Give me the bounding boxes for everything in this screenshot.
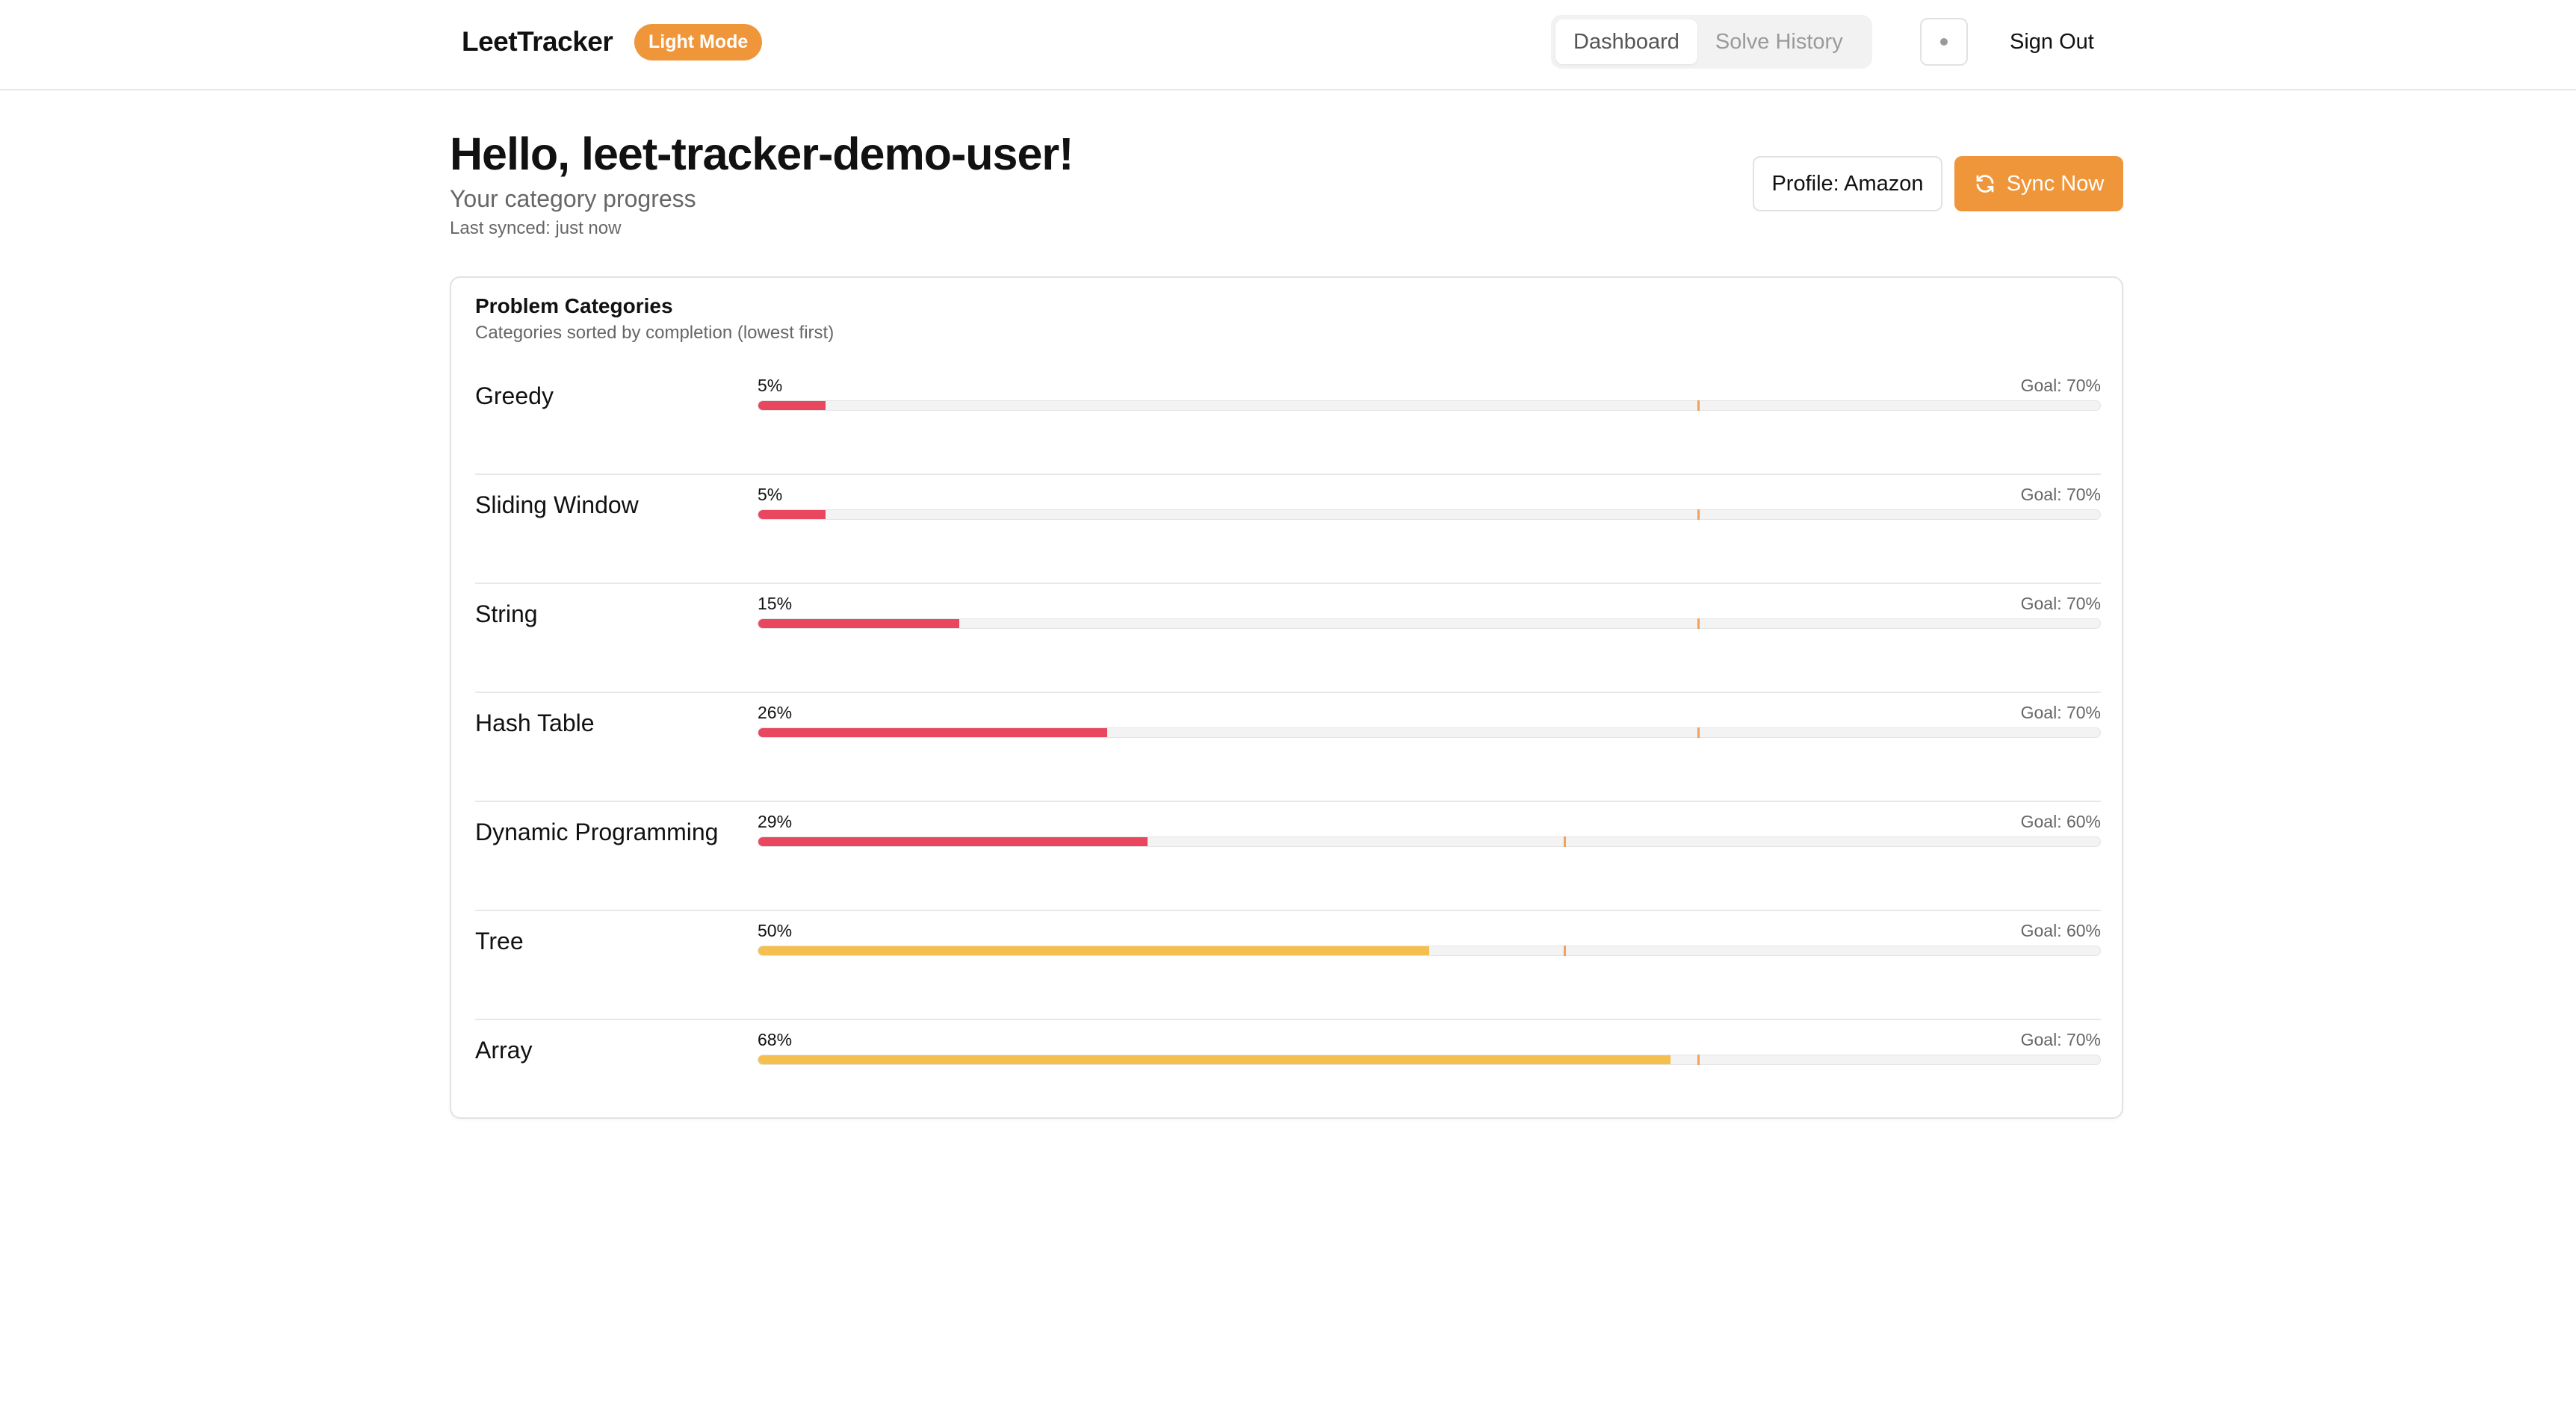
nav-tabs: Dashboard Solve History (1551, 15, 1872, 69)
category-percent: 68% (758, 1030, 793, 1049)
progress-fill (758, 837, 1148, 846)
top-nav: LeetTracker Light Mode Dashboard Solve H… (0, 0, 2576, 90)
mode-badge[interactable]: Light Mode (634, 24, 763, 60)
category-name: String (475, 600, 538, 627)
goal-marker (1697, 400, 1700, 411)
progress-bar (758, 509, 2101, 520)
goal-marker (1697, 1055, 1700, 1065)
category-percent: 26% (758, 703, 793, 722)
category-row[interactable]: Tree 50% Goal: 60% (475, 911, 2101, 1020)
category-row[interactable]: String 15% Goal: 70% (475, 584, 2101, 693)
category-name: Sliding Window (475, 491, 639, 518)
category-row[interactable]: Dynamic Programming 29% Goal: 60% (475, 802, 2101, 911)
category-row[interactable]: Sliding Window 5% Goal: 70% (475, 475, 2101, 584)
progress-bar (758, 836, 2101, 847)
category-percent: 5% (758, 485, 783, 504)
category-name: Hash Table (475, 710, 595, 736)
progress-fill (758, 1055, 1671, 1064)
goal-marker (1563, 946, 1566, 956)
last-synced-text: Last synced: just now (450, 218, 622, 238)
profile-select-button[interactable]: Profile: Amazon (1753, 156, 1942, 211)
progress-bar (758, 946, 2101, 956)
progress-fill (758, 728, 1107, 737)
category-goal: Goal: 70% (2020, 376, 2101, 395)
card-title: Problem Categories (475, 294, 673, 317)
category-name: Tree (475, 928, 524, 954)
goal-marker (1697, 618, 1700, 629)
goal-marker (1697, 509, 1700, 520)
sync-now-label: Sync Now (2006, 172, 2105, 196)
progress-fill (758, 510, 826, 519)
category-goal: Goal: 70% (2020, 1030, 2101, 1049)
category-row[interactable]: Greedy 5% Goal: 70% (475, 366, 2101, 475)
progress-fill (758, 946, 1429, 955)
progress-bar (758, 1055, 2101, 1065)
progress-bar (758, 400, 2101, 411)
sync-now-button[interactable]: Sync Now (1954, 156, 2123, 211)
category-row[interactable]: Array 68% Goal: 70% (475, 1020, 2101, 1129)
progress-fill (758, 619, 960, 628)
brand-logo[interactable]: LeetTracker (462, 25, 613, 58)
page-subtitle: Your category progress (450, 185, 696, 212)
problem-categories-card: Problem Categories Categories sorted by … (450, 276, 2123, 1119)
progress-bar (758, 618, 2101, 629)
category-goal: Goal: 60% (2020, 812, 2101, 831)
theme-toggle-icon (1940, 38, 1948, 46)
category-percent: 15% (758, 594, 793, 613)
goal-marker (1563, 836, 1566, 847)
category-name: Array (475, 1037, 533, 1064)
category-name: Greedy (475, 382, 554, 409)
category-percent: 5% (758, 376, 783, 395)
category-percent: 50% (758, 921, 793, 940)
goal-marker (1697, 727, 1700, 738)
tab-dashboard[interactable]: Dashboard (1555, 19, 1697, 64)
theme-toggle-button[interactable] (1920, 18, 1968, 66)
sign-out-button[interactable]: Sign Out (2010, 25, 2094, 58)
category-goal: Goal: 70% (2020, 485, 2101, 504)
category-name: Dynamic Programming (475, 819, 719, 845)
category-list: Greedy 5% Goal: 70% Sliding Window 5% Goal: 7… (475, 366, 2101, 1129)
category-row[interactable]: Hash Table 26% Goal: 70% (475, 693, 2101, 802)
category-goal: Goal: 70% (2020, 594, 2101, 613)
refresh-icon (1976, 175, 1994, 193)
category-percent: 29% (758, 812, 793, 831)
progress-bar (758, 727, 2101, 738)
page-title: Hello, leet-tracker-demo-user! (450, 128, 1074, 179)
tab-solve-history[interactable]: Solve History (1697, 19, 1861, 64)
category-goal: Goal: 70% (2020, 703, 2101, 722)
progress-fill (758, 401, 826, 410)
card-subtitle: Categories sorted by completion (lowest … (475, 323, 835, 343)
category-goal: Goal: 60% (2020, 921, 2101, 940)
